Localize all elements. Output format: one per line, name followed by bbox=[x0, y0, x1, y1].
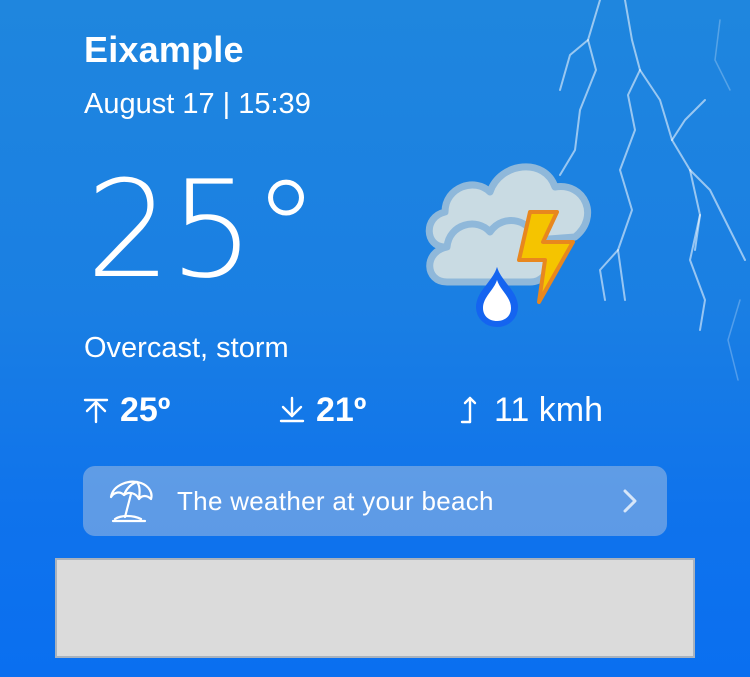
chevron-right-icon bbox=[623, 489, 637, 513]
wind-arrow-icon bbox=[460, 396, 477, 424]
wind-speed: 11 kmh bbox=[456, 388, 603, 432]
arrow-up-bar-icon bbox=[83, 398, 109, 424]
arrow-down-bar-icon bbox=[279, 396, 305, 423]
min-temperature: 21º bbox=[278, 388, 366, 432]
ad-placeholder bbox=[55, 558, 695, 658]
max-temp-value: 25º bbox=[120, 390, 171, 429]
beach-umbrella-icon bbox=[109, 480, 153, 523]
max-temperature: 25º bbox=[82, 388, 170, 432]
current-temperature: 25° bbox=[86, 152, 320, 308]
beach-weather-label: The weather at your beach bbox=[177, 485, 494, 516]
beach-weather-button[interactable]: The weather at your beach bbox=[83, 466, 667, 536]
condition-text: Overcast, storm bbox=[84, 332, 289, 364]
min-temp-value: 21º bbox=[316, 390, 367, 429]
date-time: August 17 | 15:39 bbox=[84, 88, 311, 120]
weather-main: Eixample August 17 | 15:39 25° Overcast,… bbox=[0, 0, 750, 677]
wind-value: 11 kmh bbox=[494, 390, 603, 429]
city-name[interactable]: Eixample bbox=[84, 28, 244, 72]
cloud-storm-rain-icon bbox=[425, 163, 592, 328]
